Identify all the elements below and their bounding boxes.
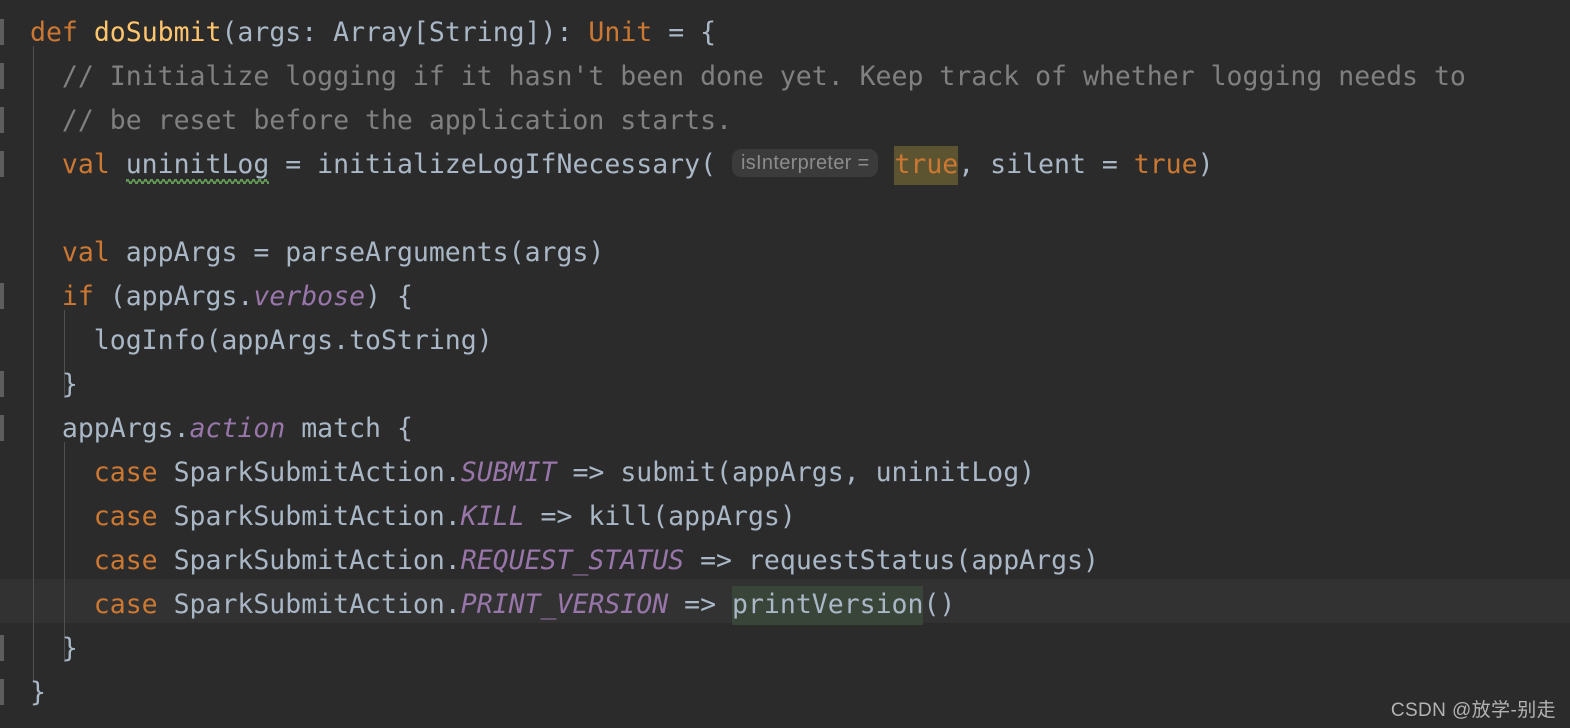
code-token: = {	[652, 17, 717, 48]
code-token: doSubmit	[93, 17, 222, 48]
code-token: verbose	[253, 281, 366, 312]
code-token: (appArgs.	[93, 281, 254, 312]
code-token: , silent =	[958, 149, 1134, 180]
code-line[interactable]: val uninitLog = initializeLogIfNecessary…	[0, 143, 1570, 187]
code-editor-viewport[interactable]: def doSubmit(args: Array[String]): Unit …	[0, 0, 1570, 728]
code-token: }	[61, 369, 78, 400]
code-token: )	[1197, 149, 1214, 180]
code-line[interactable]: }	[0, 627, 1570, 671]
code-line[interactable]: appArgs.action match {	[0, 407, 1570, 451]
code-token: KILL	[460, 501, 525, 532]
code-token: def	[30, 17, 94, 48]
code-token: true	[1133, 149, 1198, 180]
code-token: case	[93, 545, 174, 576]
code-line[interactable]: }	[0, 363, 1570, 407]
code-line[interactable]: }	[0, 671, 1570, 715]
code-token: SparkSubmitAction.	[173, 545, 461, 576]
code-line[interactable]: case SparkSubmitAction.KILL => kill(appA…	[0, 495, 1570, 539]
code-line[interactable]: case SparkSubmitAction.REQUEST_STATUS =>…	[0, 539, 1570, 583]
search-match-highlight: true	[894, 146, 959, 185]
code-token: match {	[285, 413, 413, 444]
code-token: (args: Array[String]):	[221, 17, 589, 48]
csdn-watermark: CSDN @放学-别走	[1390, 700, 1556, 721]
code-line[interactable]: val appArgs = parseArguments(args)	[0, 231, 1570, 275]
code-token: SparkSubmitAction.	[173, 501, 461, 532]
code-token: printVersion	[732, 589, 924, 620]
code-token: case	[93, 589, 174, 620]
gutter-change-marker[interactable]	[0, 19, 4, 45]
code-line[interactable]	[0, 187, 1570, 231]
code-token: val	[61, 237, 126, 268]
code-token: => kill(appArgs)	[524, 501, 796, 532]
code-token: PRINT_VERSION	[460, 589, 669, 620]
code-token: ()	[923, 589, 956, 620]
code-token: ) {	[365, 281, 413, 312]
code-text-layer[interactable]: def doSubmit(args: Array[String]): Unit …	[0, 0, 1570, 728]
gutter-change-marker[interactable]	[0, 635, 4, 661]
code-token: Unit	[588, 17, 653, 48]
code-token: => submit(appArgs, uninitLog)	[556, 457, 1036, 488]
gutter-change-marker[interactable]	[0, 63, 4, 89]
code-token: // be reset before the application start…	[61, 105, 732, 136]
identifier-usage-highlight: printVersion	[732, 586, 924, 625]
code-line[interactable]: // be reset before the application start…	[0, 99, 1570, 143]
code-token: true	[894, 149, 959, 180]
code-token: SparkSubmitAction.	[173, 457, 461, 488]
code-token: }	[61, 633, 78, 664]
code-token: val	[61, 149, 126, 180]
code-line[interactable]: case SparkSubmitAction.PRINT_VERSION => …	[0, 583, 1570, 627]
code-line[interactable]: def doSubmit(args: Array[String]): Unit …	[0, 11, 1570, 55]
code-line[interactable]: case SparkSubmitAction.SUBMIT => submit(…	[0, 451, 1570, 495]
code-token: }	[30, 677, 46, 708]
code-line[interactable]: logInfo(appArgs.toString)	[0, 319, 1570, 363]
gutter-change-marker[interactable]	[0, 679, 4, 705]
weak-warning-squiggle: uninitLog	[125, 143, 270, 187]
code-line[interactable]: if (appArgs.verbose) {	[0, 275, 1570, 319]
code-token: case	[93, 501, 174, 532]
code-token: if	[61, 281, 94, 312]
code-token: logInfo(appArgs.toString)	[93, 325, 493, 356]
code-token: =>	[668, 589, 733, 620]
gutter-change-marker[interactable]	[0, 151, 4, 177]
code-line[interactable]: // Initialize logging if it hasn't been …	[0, 55, 1570, 99]
gutter-change-marker[interactable]	[0, 371, 4, 397]
inlay-parameter-hint[interactable]: isInterpreter =	[732, 149, 879, 177]
gutter-change-marker[interactable]	[0, 107, 4, 133]
gutter-change-marker[interactable]	[0, 283, 4, 309]
code-token: SparkSubmitAction.	[173, 589, 461, 620]
code-token: => requestStatus(appArgs)	[684, 545, 1099, 576]
code-token: appArgs = parseArguments(args)	[125, 237, 605, 268]
code-token: REQUEST_STATUS	[460, 545, 685, 576]
editor-gutter[interactable]	[0, 0, 16, 728]
code-token: uninitLog	[125, 149, 270, 180]
gutter-change-marker[interactable]	[0, 415, 4, 441]
code-token: SUBMIT	[460, 457, 557, 488]
code-token: case	[93, 457, 174, 488]
code-token: // Initialize logging if it hasn't been …	[61, 61, 1466, 92]
code-token: action	[189, 413, 286, 444]
code-token: = initializeLogIfNecessary(	[269, 149, 717, 180]
code-token: appArgs.	[61, 413, 190, 444]
